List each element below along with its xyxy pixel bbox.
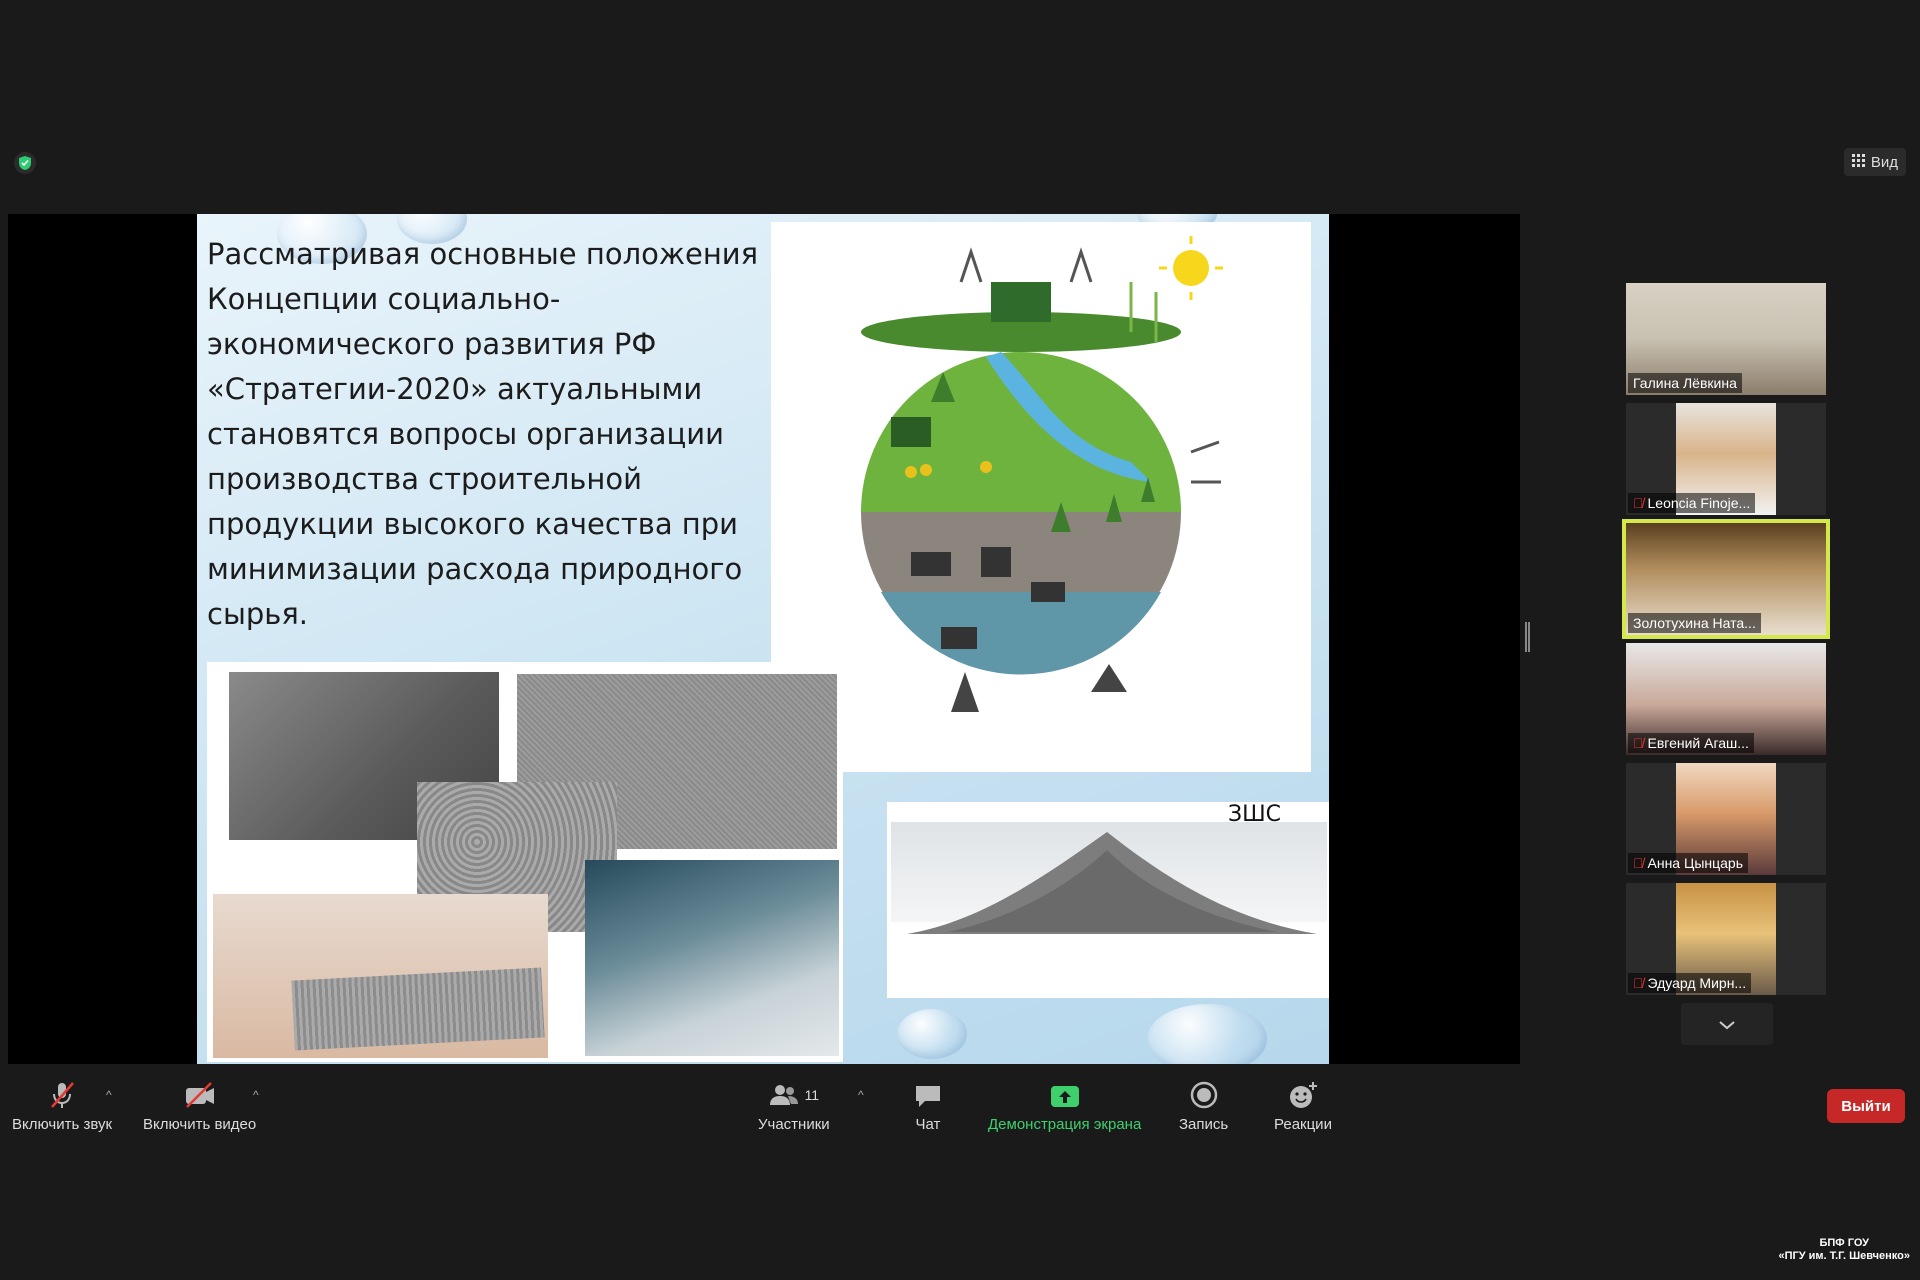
reactions-button[interactable]: Реакции (1274, 1080, 1332, 1133)
record-label: Запись (1179, 1116, 1229, 1133)
presentation-slide: Рассматривая основные положения Концепци… (197, 214, 1329, 1064)
chat-button[interactable]: Чат (913, 1080, 943, 1133)
participant-name: 🎙̸ Эдуард Мирн... (1628, 973, 1752, 993)
record-button[interactable]: Запись (1179, 1080, 1228, 1133)
participants-options-caret[interactable]: ^ (858, 1088, 864, 1102)
zoom-meeting-window: Вид Рассматривая основные положения Конц… (0, 0, 1920, 1280)
chevron-down-icon (1718, 1013, 1736, 1036)
participant-tile[interactable]: 🎙̸ Евгений Агаш... (1626, 643, 1826, 755)
split-resize-handle[interactable] (1525, 622, 1530, 652)
participants-count: 11 (804, 1087, 820, 1103)
chat-icon (913, 1080, 943, 1110)
participant-tile[interactable]: 🎙̸ Анна Цынцарь (1626, 763, 1826, 875)
start-video-button[interactable]: Включить видео (143, 1080, 256, 1133)
mic-muted-icon: 🎙̸ (1633, 495, 1644, 511)
slide-body-text: Рассматривая основные положения Концепци… (207, 237, 759, 631)
participants-button[interactable]: 11 Участники (758, 1080, 830, 1133)
participant-tile[interactable]: Галина Лёвкина (1626, 283, 1826, 395)
mic-off-icon (47, 1080, 77, 1110)
video-options-caret[interactable]: ^ (253, 1088, 259, 1102)
smiley-plus-icon (1288, 1080, 1318, 1110)
participant-name: 🎙̸ Анна Цынцарь (1628, 853, 1749, 873)
share-screen-button[interactable]: Демонстрация экрана (988, 1080, 1141, 1133)
shared-screen[interactable]: Рассматривая основные положения Концепци… (8, 214, 1520, 1064)
view-label: Вид (1870, 153, 1898, 171)
concrete-photos-collage (207, 662, 843, 1062)
unmute-button[interactable]: Включить звук (12, 1080, 112, 1133)
ash-slag-mixture-photo: ЗШС (887, 802, 1329, 998)
participants-label: Участники (758, 1116, 830, 1133)
reactions-label: Реакции (1274, 1116, 1332, 1133)
scroll-participants-down-button[interactable] (1681, 1003, 1773, 1045)
participant-name: 🎙̸ Leoncia Finoje... (1628, 493, 1756, 513)
pile-label: ЗШС (1228, 802, 1281, 827)
mic-muted-icon: 🎙̸ (1633, 735, 1644, 751)
institution-watermark: БПФ ГОУ «ПГУ им. Т.Г. Шевченко» (1778, 1237, 1910, 1263)
watermark-line2: «ПГУ им. Т.Г. Шевченко» (1778, 1250, 1910, 1262)
water-drop-decoration (1147, 1004, 1267, 1064)
record-icon (1189, 1080, 1219, 1110)
participant-name: Золотухина Ната... (1628, 613, 1761, 633)
pouring-concrete-photo (585, 860, 839, 1056)
unmute-label: Включить звук (12, 1116, 113, 1133)
view-button[interactable]: Вид (1843, 148, 1906, 176)
share-screen-icon (1049, 1080, 1081, 1110)
participant-tile-active-speaker[interactable]: Золотухина Ната... (1622, 519, 1830, 639)
participant-name: 🎙̸ Евгений Агаш... (1628, 733, 1754, 753)
participant-tile[interactable]: 🎙̸ Эдуард Мирн... (1626, 883, 1826, 995)
leave-meeting-button[interactable]: Выйти (1827, 1089, 1905, 1123)
water-drop-decoration (897, 1009, 967, 1059)
audio-options-caret[interactable]: ^ (106, 1088, 112, 1102)
hand-holding-sample-photo (213, 894, 548, 1058)
share-screen-label: Демонстрация экрана (988, 1116, 1142, 1133)
participants-icon: 11 (769, 1080, 820, 1110)
grid-icon (1851, 153, 1865, 171)
ecology-illustration (771, 222, 1311, 772)
participant-tile[interactable]: 🎙̸ Leoncia Finoje... (1626, 403, 1826, 515)
watermark-line1: БПФ ГОУ (1819, 1237, 1869, 1249)
chat-label: Чат (915, 1116, 941, 1133)
mic-muted-icon: 🎙̸ (1633, 855, 1644, 871)
video-off-icon (183, 1080, 217, 1110)
mic-muted-icon: 🎙̸ (1633, 975, 1644, 991)
encryption-shield-icon[interactable] (14, 152, 36, 174)
start-video-label: Включить видео (143, 1116, 257, 1133)
participant-name: Галина Лёвкина (1628, 373, 1742, 393)
